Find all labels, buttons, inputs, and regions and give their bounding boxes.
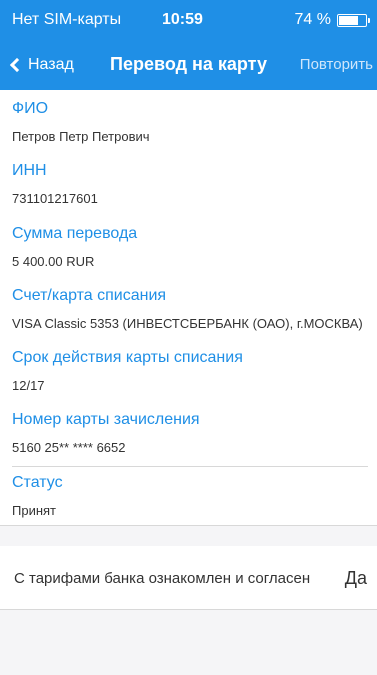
transfer-details: ФИО Петров Петр Петрович ИНН 73110121760… <box>0 90 377 526</box>
field-value: 731101217601 <box>12 191 98 206</box>
field-value: 5 400.00 RUR <box>12 254 95 269</box>
field-label: Статус <box>12 474 63 491</box>
field-value: VISA Classic 5353 (ИНВЕСТСБЕРБАНК (ОАО),… <box>12 316 363 331</box>
carrier-label: Нет SIM-карты <box>12 11 122 28</box>
battery-percent: 74 % <box>294 11 331 28</box>
field-value: 5160 25** **** 6652 <box>12 440 126 455</box>
navigation-bar: Назад Перевод на карту Повторить <box>0 40 377 90</box>
battery-indicator: 74 % <box>294 11 370 29</box>
field-label: Срок действия карты списания <box>12 349 243 366</box>
field-label: Счет/карта списания <box>12 287 167 304</box>
field-full-name: ФИО Петров Петр Петрович <box>12 100 368 145</box>
top-bar: Нет SIM-карты 10:59 74 % Назад Перевод н… <box>0 0 377 90</box>
agreement-value: Да <box>344 568 367 588</box>
status-bar: Нет SIM-карты 10:59 74 % <box>0 0 377 40</box>
field-status: Статус Принят <box>12 474 368 519</box>
divider <box>12 466 368 467</box>
field-inn: ИНН 731101217601 <box>12 162 368 207</box>
field-label: Номер карты зачисления <box>12 411 200 428</box>
field-label: Сумма перевода <box>12 225 138 242</box>
repeat-button[interactable]: Повторить <box>300 56 373 73</box>
field-amount: Сумма перевода 5 400.00 RUR <box>12 225 368 270</box>
battery-icon <box>337 13 370 27</box>
field-card-expiry: Срок действия карты списания 12/17 <box>12 349 368 394</box>
divider <box>0 609 377 610</box>
agreement-text: С тарифами банка ознакомлен и согласен <box>14 570 311 587</box>
divider <box>0 525 377 526</box>
field-value: 12/17 <box>12 378 45 393</box>
clock: 10:59 <box>162 11 203 28</box>
tariff-agreement-row[interactable]: С тарифами банка ознакомлен и согласен Д… <box>0 546 377 609</box>
field-label: ФИО <box>12 100 49 117</box>
field-target-card: Номер карты зачисления 5160 25** **** 66… <box>12 411 368 456</box>
field-value: Петров Петр Петрович <box>12 129 150 144</box>
field-value: Принят <box>12 503 57 518</box>
field-label: ИНН <box>12 162 47 179</box>
field-source-card: Счет/карта списания VISA Classic 5353 (И… <box>12 287 368 332</box>
